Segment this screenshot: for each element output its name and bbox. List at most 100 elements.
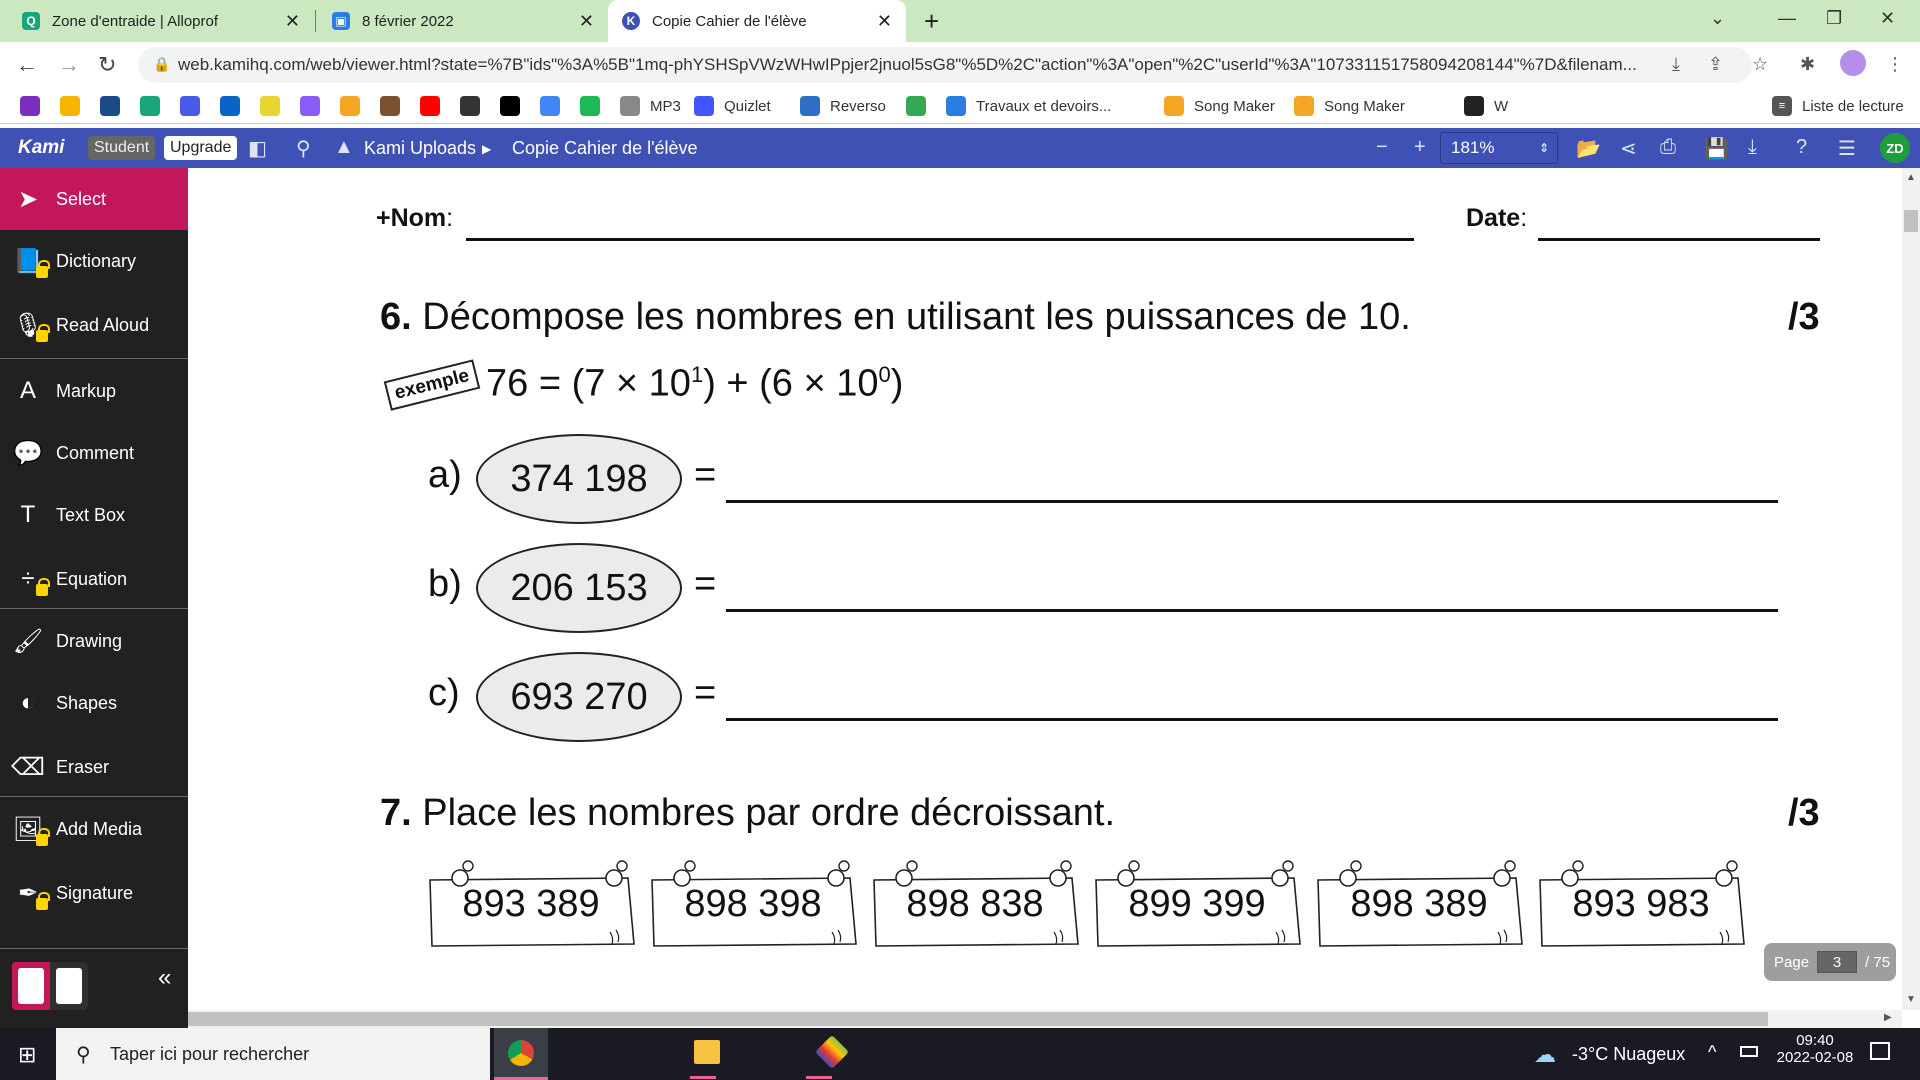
bookmark-item[interactable]: [260, 94, 290, 118]
menu-icon[interactable]: ☰: [1838, 136, 1856, 161]
bookmark-item[interactable]: W: [1464, 94, 1508, 118]
tab-kami[interactable]: K Copie Cahier de l'élève ✕: [608, 0, 906, 42]
sidebar-item-label: Dictionary: [56, 250, 137, 271]
sidebar-item-shapes[interactable]: ◐ Shapes: [0, 672, 188, 734]
bookmark-item[interactable]: [60, 94, 90, 118]
close-tab-icon[interactable]: ✕: [285, 11, 300, 32]
bookmark-star-icon[interactable]: ☆: [1752, 54, 1768, 75]
horizontal-scrollbar[interactable]: ▶: [188, 1010, 1902, 1028]
bookmark-item[interactable]: [500, 94, 530, 118]
sidebar-item-select[interactable]: ➤ Select: [0, 168, 188, 230]
forward-icon[interactable]: →: [58, 52, 80, 78]
close-tab-icon[interactable]: ✕: [579, 11, 594, 32]
bookmark-item[interactable]: [380, 94, 410, 118]
bookmark-item[interactable]: [140, 94, 170, 118]
page-input[interactable]: 3: [1817, 951, 1858, 973]
tab-title: 8 février 2022: [362, 12, 454, 30]
chrome-taskbar-button[interactable]: [494, 1028, 548, 1080]
document-viewer[interactable]: +Nom: Date: 6. Décompose les nombres en …: [188, 168, 1902, 1010]
extensions-icon[interactable]: ✱: [1800, 54, 1815, 75]
tab-classroom[interactable]: ▣ 8 février 2022 ✕: [318, 0, 608, 42]
weather-text[interactable]: -3°C Nuageux: [1572, 1044, 1685, 1065]
folder-open-icon[interactable]: 📂: [1576, 136, 1601, 161]
bookmark-item[interactable]: [20, 94, 50, 118]
reload-icon[interactable]: ↻: [98, 52, 116, 78]
double-page-button[interactable]: [56, 968, 82, 1004]
help-icon[interactable]: ?: [1796, 136, 1807, 159]
search-icon[interactable]: ⚲: [296, 136, 311, 161]
bookmark-item[interactable]: [1424, 94, 1454, 118]
new-tab-button[interactable]: +: [924, 6, 939, 37]
tab-alloprof[interactable]: Q Zone d'entraide | Alloprof ✕: [8, 0, 314, 42]
share-icon[interactable]: ⇪: [1708, 54, 1723, 75]
date-line[interactable]: [1538, 238, 1820, 241]
zoom-out-icon[interactable]: −: [1376, 136, 1388, 159]
sidebar-item-add-media[interactable]: 🖼 Add Media: [0, 798, 188, 860]
tray-chevron-icon[interactable]: ^: [1708, 1042, 1716, 1063]
reading-list-button[interactable]: ≡ Liste de lecture: [1772, 94, 1904, 118]
answer-line-a[interactable]: [726, 500, 1778, 503]
user-avatar[interactable]: ZD: [1880, 133, 1910, 163]
zoom-in-icon[interactable]: +: [1414, 136, 1426, 159]
close-tab-icon[interactable]: ✕: [877, 11, 892, 32]
bookmark-item[interactable]: MP3: [620, 94, 681, 118]
file-explorer-icon[interactable]: [694, 1040, 720, 1064]
close-window-icon[interactable]: ✕: [1880, 8, 1895, 29]
breadcrumb-root[interactable]: Kami Uploads: [364, 138, 476, 159]
bookmark-item[interactable]: Reverso: [800, 94, 886, 118]
sidebar-item-eraser[interactable]: ⌫ Eraser: [0, 736, 188, 798]
scrollbar-thumb[interactable]: [188, 1012, 1768, 1026]
bookmark-item[interactable]: [180, 94, 210, 118]
windows-start-icon[interactable]: ⊞: [18, 1042, 36, 1068]
bookmark-item[interactable]: [340, 94, 370, 118]
zoom-select[interactable]: 181% ⇕: [1440, 132, 1558, 164]
url-bar[interactable]: 🔒 web.kamihq.com/web/viewer.html?state=%…: [138, 47, 1752, 83]
answer-line-b[interactable]: [726, 609, 1778, 612]
collapse-sidebar-icon[interactable]: «: [158, 964, 171, 992]
notifications-icon[interactable]: [1870, 1042, 1890, 1060]
sidebar-item-equation[interactable]: ÷ Equation: [0, 548, 188, 610]
name-line[interactable]: [466, 238, 1414, 241]
scrollbar-thumb[interactable]: [1904, 210, 1918, 232]
download-icon[interactable]: ⤓: [1748, 136, 1757, 159]
single-page-button[interactable]: [12, 962, 50, 1010]
sidebar-item-drawing[interactable]: 🖌 Drawing: [0, 610, 188, 672]
sidebar-item-comment[interactable]: 💬 Comment: [0, 422, 188, 484]
bookmark-item[interactable]: Travaux et devoirs...: [946, 94, 1111, 118]
bookmark-item[interactable]: [220, 94, 250, 118]
menu-kebab-icon[interactable]: ⋮: [1886, 54, 1904, 75]
taskbar-search[interactable]: ⚲ Taper ici pour rechercher: [56, 1028, 490, 1080]
sidebar-item-signature[interactable]: ✒ Signature: [0, 862, 188, 924]
answer-line-c[interactable]: [726, 718, 1778, 721]
profile-avatar[interactable]: [1840, 50, 1866, 76]
sidebar-item-read-aloud[interactable]: 🎙 Read Aloud: [0, 294, 188, 356]
sidebar-item-text-box[interactable]: T Text Box: [0, 484, 188, 546]
bookmark-item[interactable]: [906, 94, 936, 118]
upgrade-button[interactable]: Upgrade: [164, 136, 238, 160]
bookmark-item[interactable]: [540, 94, 570, 118]
battery-icon[interactable]: [1740, 1046, 1758, 1057]
back-icon[interactable]: ←: [16, 52, 38, 78]
bookmark-item[interactable]: Song Maker: [1164, 94, 1275, 118]
bookmark-item[interactable]: [420, 94, 450, 118]
bookmark-item[interactable]: [580, 94, 610, 118]
sidebar-item-dictionary[interactable]: 📘 Dictionary: [0, 230, 188, 292]
bookmark-item[interactable]: [460, 94, 490, 118]
minimize-icon[interactable]: —: [1778, 8, 1796, 29]
sidebar-toggle-icon[interactable]: ◧: [248, 136, 267, 161]
maximize-icon[interactable]: ❐: [1826, 8, 1842, 29]
bluestacks-icon[interactable]: [815, 1035, 849, 1069]
bookmark-label: Song Maker: [1324, 97, 1405, 115]
vertical-scrollbar[interactable]: ▲ ▼: [1902, 168, 1920, 1010]
clock[interactable]: 09:40 2022-02-08: [1770, 1032, 1860, 1066]
save-icon[interactable]: 💾: [1704, 136, 1729, 161]
install-icon[interactable]: ⤓: [1672, 54, 1680, 75]
bookmark-item[interactable]: [100, 94, 130, 118]
share-icon[interactable]: ⋖: [1620, 136, 1637, 161]
sidebar-item-markup[interactable]: A Markup: [0, 360, 188, 422]
bookmark-item[interactable]: Song Maker: [1294, 94, 1405, 118]
bookmark-item[interactable]: Quizlet: [694, 94, 771, 118]
print-icon[interactable]: ⎙: [1660, 136, 1676, 159]
tab-search-icon[interactable]: ⌄: [1710, 8, 1725, 29]
bookmark-item[interactable]: [300, 94, 330, 118]
